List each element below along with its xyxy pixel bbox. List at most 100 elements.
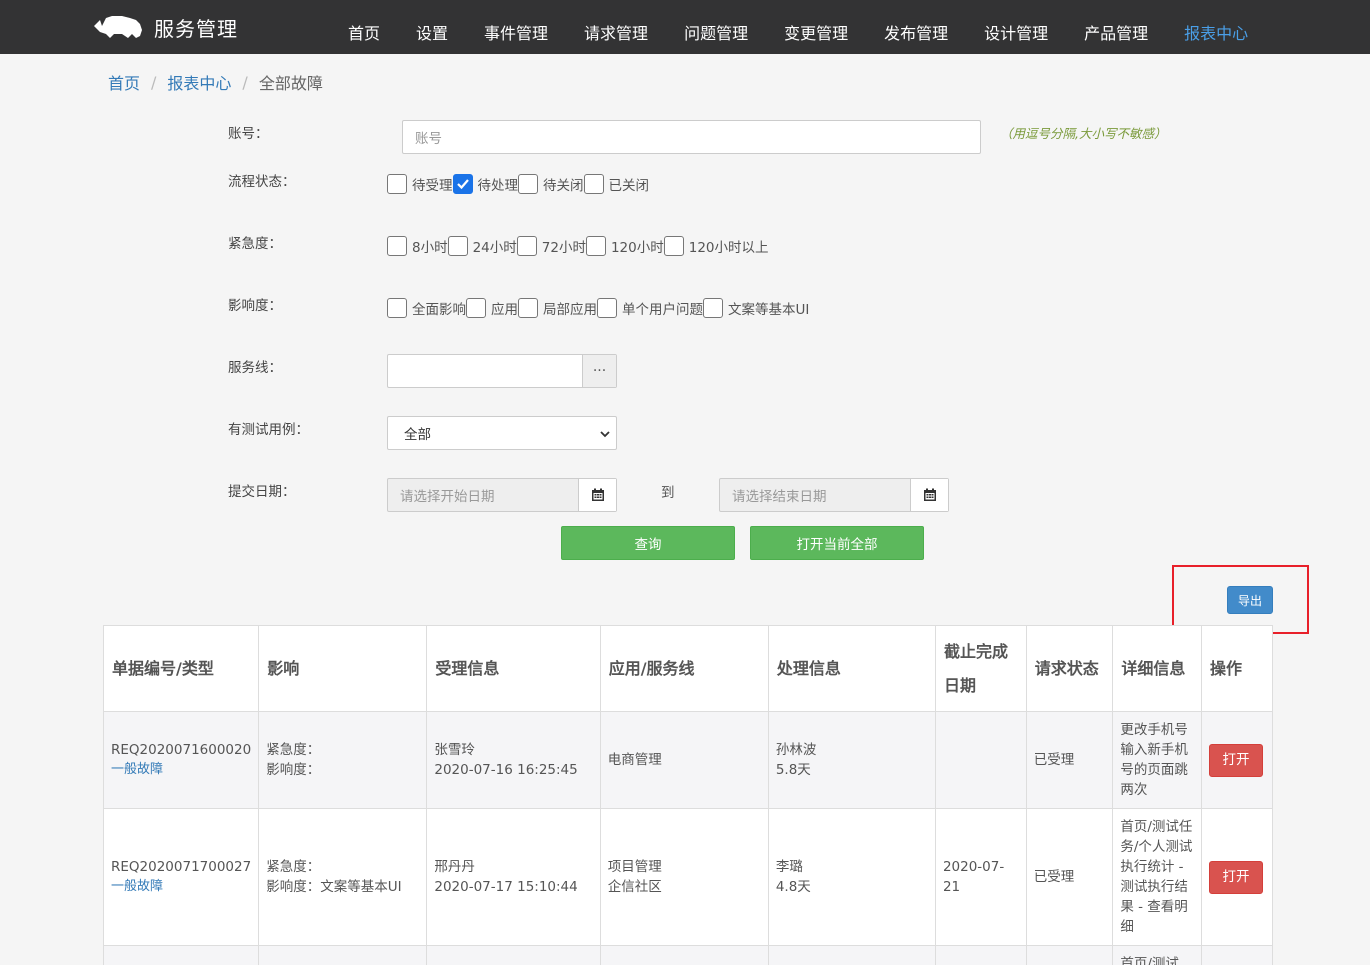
checkbox[interactable] <box>583 174 604 194</box>
account-input[interactable]: 账号 <box>402 120 981 154</box>
app-cell: 项目管理 企信社区 <box>599 808 769 946</box>
ticket-cell: REQ2020071600020 一般故障 <box>102 711 260 809</box>
nav-request[interactable]: 请求管理 <box>566 0 666 54</box>
duration: 4.8天 <box>775 879 811 895</box>
status-label: 流程状态： <box>228 174 296 190</box>
accept-time: 2020-07-17 15:10:44 <box>434 879 578 895</box>
checkbox[interactable] <box>518 298 538 318</box>
logo[interactable]: 服务管理 <box>92 12 238 42</box>
query-button[interactable]: 查询 <box>561 526 735 560</box>
ticket-type-link[interactable]: 一般故障 <box>111 760 251 780</box>
calendar-icon <box>923 488 936 501</box>
checkbox[interactable] <box>447 236 468 256</box>
urgency-option-label: 24小时 <box>472 240 517 256</box>
checkbox[interactable] <box>387 174 407 194</box>
start-date-calendar-button[interactable] <box>578 479 616 511</box>
urgency-checkbox-group: 8小时 24小时 72小时 120小时 120小时以上 <box>387 236 769 256</box>
deadline-cell: 2020-07-21 <box>934 808 1027 946</box>
open-button[interactable]: 打开 <box>1208 743 1263 777</box>
status-option[interactable]: 待处理 <box>452 174 518 194</box>
nav-design[interactable]: 设计管理 <box>966 0 1066 54</box>
checkbox[interactable] <box>387 298 407 318</box>
checkbox[interactable] <box>585 236 606 256</box>
checkbox[interactable] <box>516 236 537 256</box>
impact-option[interactable]: 单个用户问题 <box>597 298 703 318</box>
status-option[interactable]: 已关闭 <box>583 174 649 194</box>
detail-cell: 更改手机号输入新手机号的页面跳两次 <box>1112 711 1202 809</box>
export-button[interactable]: 导出 <box>1227 586 1273 614</box>
service-line-name: 企信社区 <box>607 879 662 895</box>
nav-home[interactable]: 首页 <box>330 0 398 54</box>
nav-change[interactable]: 变更管理 <box>766 0 866 54</box>
check-icon <box>456 179 469 190</box>
ticket-id: REQ2020071700027 <box>111 859 252 875</box>
status-cell: 已受理 <box>1025 808 1114 946</box>
column-header[interactable]: 影响 <box>258 625 428 712</box>
impact-option[interactable]: 全面影响 <box>387 298 466 318</box>
checkbox[interactable] <box>703 298 723 318</box>
impact-checkbox-group: 全面影响 应用 局部应用 单个用户问题 文案等基本UI <box>387 298 809 318</box>
urgency-option[interactable]: 120小时 <box>585 236 664 256</box>
checkbox[interactable] <box>466 298 486 318</box>
service-line-picker-button[interactable]: ··· <box>582 355 616 387</box>
open-button[interactable]: 打开 <box>1208 860 1263 894</box>
nav-incident[interactable]: 事件管理 <box>466 0 566 54</box>
urgency-option-label: 120小时 <box>610 240 664 256</box>
breadcrumb-report-center[interactable]: 报表中心 <box>167 70 231 94</box>
impact-option-label: 文案等基本UI <box>728 302 810 318</box>
start-date-input[interactable]: 请选择开始日期 <box>387 478 617 512</box>
column-header[interactable]: 单据编号/类型 <box>102 625 260 712</box>
status-option[interactable]: 待关闭 <box>518 174 584 194</box>
main-nav: 首页 设置 事件管理 请求管理 问题管理 变更管理 发布管理 设计管理 产品管理… <box>330 0 1266 54</box>
service-line-label: 服务线： <box>228 360 282 376</box>
checkbox[interactable] <box>387 236 407 256</box>
urgency-option[interactable]: 8小时 <box>387 236 448 256</box>
breadcrumb-home[interactable]: 首页 <box>108 70 140 94</box>
impact-option[interactable]: 应用 <box>466 298 518 318</box>
duration: 5.8天 <box>775 762 811 778</box>
ticket-id: REQ2020071600020 <box>111 742 252 758</box>
urgency-option[interactable]: 120小时以上 <box>663 236 769 256</box>
impact-option[interactable]: 文案等基本UI <box>703 298 809 318</box>
accept-cell: 邢丹丹 2020-07-17 15:10:44 <box>426 808 601 946</box>
nav-problem[interactable]: 问题管理 <box>666 0 766 54</box>
end-date-input[interactable]: 请选择结束日期 <box>719 478 949 512</box>
detail-cell: 首页/测试 <box>1112 945 1202 965</box>
checkbox[interactable] <box>518 174 538 194</box>
date-to-label: 到 <box>661 485 675 501</box>
column-header[interactable]: 操作 <box>1200 625 1274 712</box>
checkbox[interactable] <box>597 298 617 318</box>
nav-product[interactable]: 产品管理 <box>1066 0 1166 54</box>
results-table: 单据编号/类型 影响 受理信息 应用/服务线 处理信息 截止完成日期 请求状态 … <box>102 625 1274 965</box>
urgency-option-label: 8小时 <box>412 240 448 256</box>
action-cell: 打开 <box>1200 808 1274 946</box>
nav-release[interactable]: 发布管理 <box>866 0 966 54</box>
column-header[interactable]: 请求状态 <box>1025 625 1114 712</box>
urgency-option[interactable]: 24小时 <box>447 236 517 256</box>
column-header[interactable]: 处理信息 <box>767 625 936 712</box>
impact-option[interactable]: 局部应用 <box>518 298 597 318</box>
column-header[interactable]: 详细信息 <box>1112 625 1202 712</box>
column-header[interactable]: 应用/服务线 <box>599 625 769 712</box>
nav-settings[interactable]: 设置 <box>398 0 466 54</box>
column-header[interactable]: 截止完成日期 <box>934 625 1027 712</box>
open-all-button[interactable]: 打开当前全部 <box>750 526 924 560</box>
end-date-calendar-button[interactable] <box>910 479 948 511</box>
accept-cell: 张雪玲 2020-07-16 16:25:45 <box>426 711 601 809</box>
checkbox-checked[interactable] <box>452 174 473 194</box>
status-option-label: 待受理 <box>412 178 453 194</box>
ticket-type-link[interactable]: 一般故障 <box>111 877 251 897</box>
urgency-option-label: 120小时以上 <box>688 240 769 256</box>
column-header[interactable]: 受理信息 <box>426 625 601 712</box>
impact-label: 影响度： <box>228 298 282 314</box>
service-line-input[interactable]: ··· <box>387 354 617 388</box>
status-option[interactable]: 待受理 <box>387 174 453 194</box>
accept-time: 2020-07-16 16:25:45 <box>434 762 578 778</box>
nav-report-center[interactable]: 报表中心 <box>1166 0 1266 54</box>
urgency-option[interactable]: 72小时 <box>516 236 586 256</box>
app-name: 项目管理 <box>607 859 662 875</box>
checkbox[interactable] <box>663 236 684 256</box>
test-case-select[interactable]: 全部 <box>387 416 617 450</box>
table-row: REQ2020071600020 一般故障 紧急度： 影响度： 张雪玲 2020-07… <box>102 711 1274 809</box>
handler-name: 张雪玲 <box>434 742 475 758</box>
